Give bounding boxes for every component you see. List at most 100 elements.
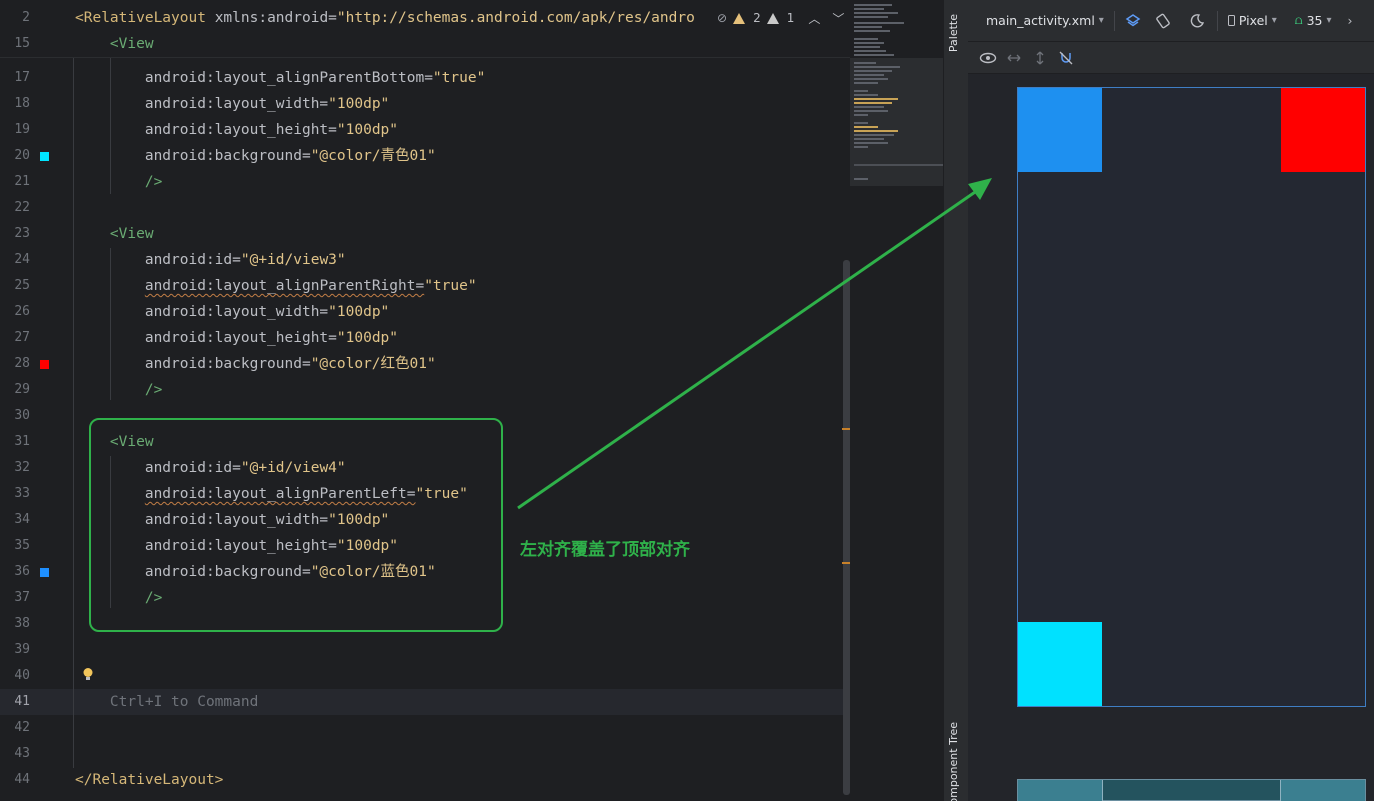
- code-line[interactable]: android:layout_height="100dp": [75, 325, 398, 351]
- line-number[interactable]: 33: [0, 481, 30, 507]
- chevron-up-icon[interactable]: ︿: [808, 10, 820, 27]
- line-number[interactable]: 18: [0, 91, 30, 117]
- code-minimap[interactable]: [850, 0, 944, 801]
- code-token: android:layout_width=: [75, 96, 329, 112]
- code-line[interactable]: android:id="@+id/view3": [75, 247, 346, 273]
- tab-component-tree[interactable]: Component Tree: [947, 722, 960, 801]
- code-token: android:layout_width=: [75, 304, 329, 320]
- minimap-line: [854, 50, 886, 52]
- line-number[interactable]: 41: [0, 689, 30, 715]
- line-number[interactable]: 21: [0, 169, 30, 195]
- line-number[interactable]: 31: [0, 429, 30, 455]
- line-number[interactable]: 2: [0, 5, 30, 31]
- color-swatch-icon[interactable]: [40, 568, 49, 577]
- line-number[interactable]: 28: [0, 351, 30, 377]
- line-number[interactable]: 23: [0, 221, 30, 247]
- line-number[interactable]: 30: [0, 403, 30, 429]
- orientation-button[interactable]: [1155, 13, 1171, 29]
- line-number[interactable]: 44: [0, 767, 30, 793]
- code-line[interactable]: <View: [75, 31, 154, 57]
- code-line[interactable]: />: [75, 169, 162, 195]
- magnet-off-icon[interactable]: [1058, 50, 1074, 66]
- code-token: Ctrl+I to Command: [75, 694, 259, 710]
- line-number[interactable]: 27: [0, 325, 30, 351]
- line-number[interactable]: 40: [0, 663, 30, 689]
- design-mode-button[interactable]: [1125, 13, 1141, 29]
- line-number[interactable]: 39: [0, 637, 30, 663]
- inspection-widget[interactable]: ⊘ 2 1 ︿ ﹀: [713, 8, 845, 28]
- code-line[interactable]: android:layout_height="100dp": [75, 117, 398, 143]
- line-number[interactable]: 32: [0, 455, 30, 481]
- more-toolbar-button[interactable]: ›: [1348, 13, 1353, 28]
- api-level: 35: [1306, 13, 1323, 28]
- line-number[interactable]: 20: [0, 143, 30, 169]
- code-line[interactable]: />: [75, 377, 162, 403]
- view-red[interactable]: [1281, 88, 1365, 172]
- chevron-down-icon: ▾: [1098, 15, 1104, 26]
- line-number[interactable]: 17: [0, 65, 30, 91]
- weak-warning-icon: [766, 12, 779, 24]
- code-line[interactable]: <RelativeLayout xmlns:android="http://sc…: [75, 5, 695, 31]
- line-number[interactable]: 38: [0, 611, 30, 637]
- code-line[interactable]: android:layout_alignParentBottom="true": [75, 65, 485, 91]
- minimap-line: [854, 38, 878, 40]
- layout-preview-screen[interactable]: [1017, 87, 1366, 707]
- device-selector[interactable]: Pixel ▾: [1227, 13, 1277, 28]
- line-number[interactable]: 25: [0, 273, 30, 299]
- minimap-line: [854, 126, 878, 128]
- line-number[interactable]: 34: [0, 507, 30, 533]
- chevron-down-icon: ▾: [1271, 15, 1277, 26]
- minimap-line: [854, 46, 880, 48]
- indent-guide: [110, 248, 111, 400]
- minimap-line: [854, 142, 888, 144]
- code-line[interactable]: android:layout_width="100dp": [75, 299, 389, 325]
- annotation-box: [89, 418, 503, 632]
- code-line[interactable]: android:background="@color/青色01": [75, 143, 436, 169]
- annotation-note: 左对齐覆盖了顶部对齐: [520, 540, 690, 560]
- minimap-line: [854, 4, 892, 6]
- horizontal-resize-icon[interactable]: [1006, 50, 1022, 66]
- code-editor[interactable]: 17 android:layout_alignParentBottom="tru…: [0, 0, 850, 801]
- code-line[interactable]: <View: [75, 221, 154, 247]
- code-line[interactable]: Ctrl+I to Command: [75, 689, 258, 715]
- line-number[interactable]: 19: [0, 117, 30, 143]
- design-side-strip: Palette Component Tree: [943, 0, 968, 801]
- api-selector[interactable]: ⩍ 35 ▾: [1295, 13, 1332, 28]
- indent-guide: [73, 58, 74, 768]
- line-number[interactable]: 22: [0, 195, 30, 221]
- design-toolbar: main_activity.xml ▾ Pixel ▾ ⩍ 35 ▾ ›: [968, 0, 1374, 42]
- blueprint-preview-screen[interactable]: [1017, 779, 1366, 801]
- line-number[interactable]: 26: [0, 299, 30, 325]
- code-line[interactable]: android:layout_alignParentRight="true": [75, 273, 477, 299]
- line-number[interactable]: 36: [0, 559, 30, 585]
- code-token: "true": [424, 278, 477, 294]
- night-mode-button[interactable]: [1189, 13, 1205, 29]
- code-line[interactable]: android:background="@color/红色01": [75, 351, 436, 377]
- scroll-warning-marker[interactable]: [842, 428, 850, 430]
- tab-palette[interactable]: Palette: [947, 14, 960, 52]
- code-line[interactable]: </RelativeLayout>: [75, 767, 223, 793]
- line-number[interactable]: 42: [0, 715, 30, 741]
- eye-icon[interactable]: [979, 50, 997, 66]
- line-number[interactable]: 43: [0, 741, 30, 767]
- line-number[interactable]: 15: [0, 31, 30, 57]
- line-number[interactable]: 24: [0, 247, 30, 273]
- indent-guide: [110, 58, 111, 194]
- editor-scrollbar[interactable]: [843, 260, 850, 795]
- moon-icon: [1190, 13, 1204, 27]
- color-swatch-icon[interactable]: [40, 152, 49, 161]
- line-number[interactable]: 35: [0, 533, 30, 559]
- scroll-warning-marker[interactable]: [842, 562, 850, 564]
- view-cyan[interactable]: [1018, 622, 1102, 706]
- vertical-resize-icon[interactable]: [1032, 50, 1048, 66]
- lightbulb-icon[interactable]: [82, 667, 94, 682]
- minimap-line: [854, 94, 878, 96]
- line-number[interactable]: 37: [0, 585, 30, 611]
- chevron-down-icon[interactable]: ﹀: [832, 10, 844, 27]
- eye-slash-icon[interactable]: ⊘: [717, 11, 727, 25]
- code-line[interactable]: android:layout_width="100dp": [75, 91, 389, 117]
- color-swatch-icon[interactable]: [40, 360, 49, 369]
- view-blue[interactable]: [1018, 88, 1102, 172]
- line-number[interactable]: 29: [0, 377, 30, 403]
- file-selector[interactable]: main_activity.xml ▾: [986, 13, 1104, 28]
